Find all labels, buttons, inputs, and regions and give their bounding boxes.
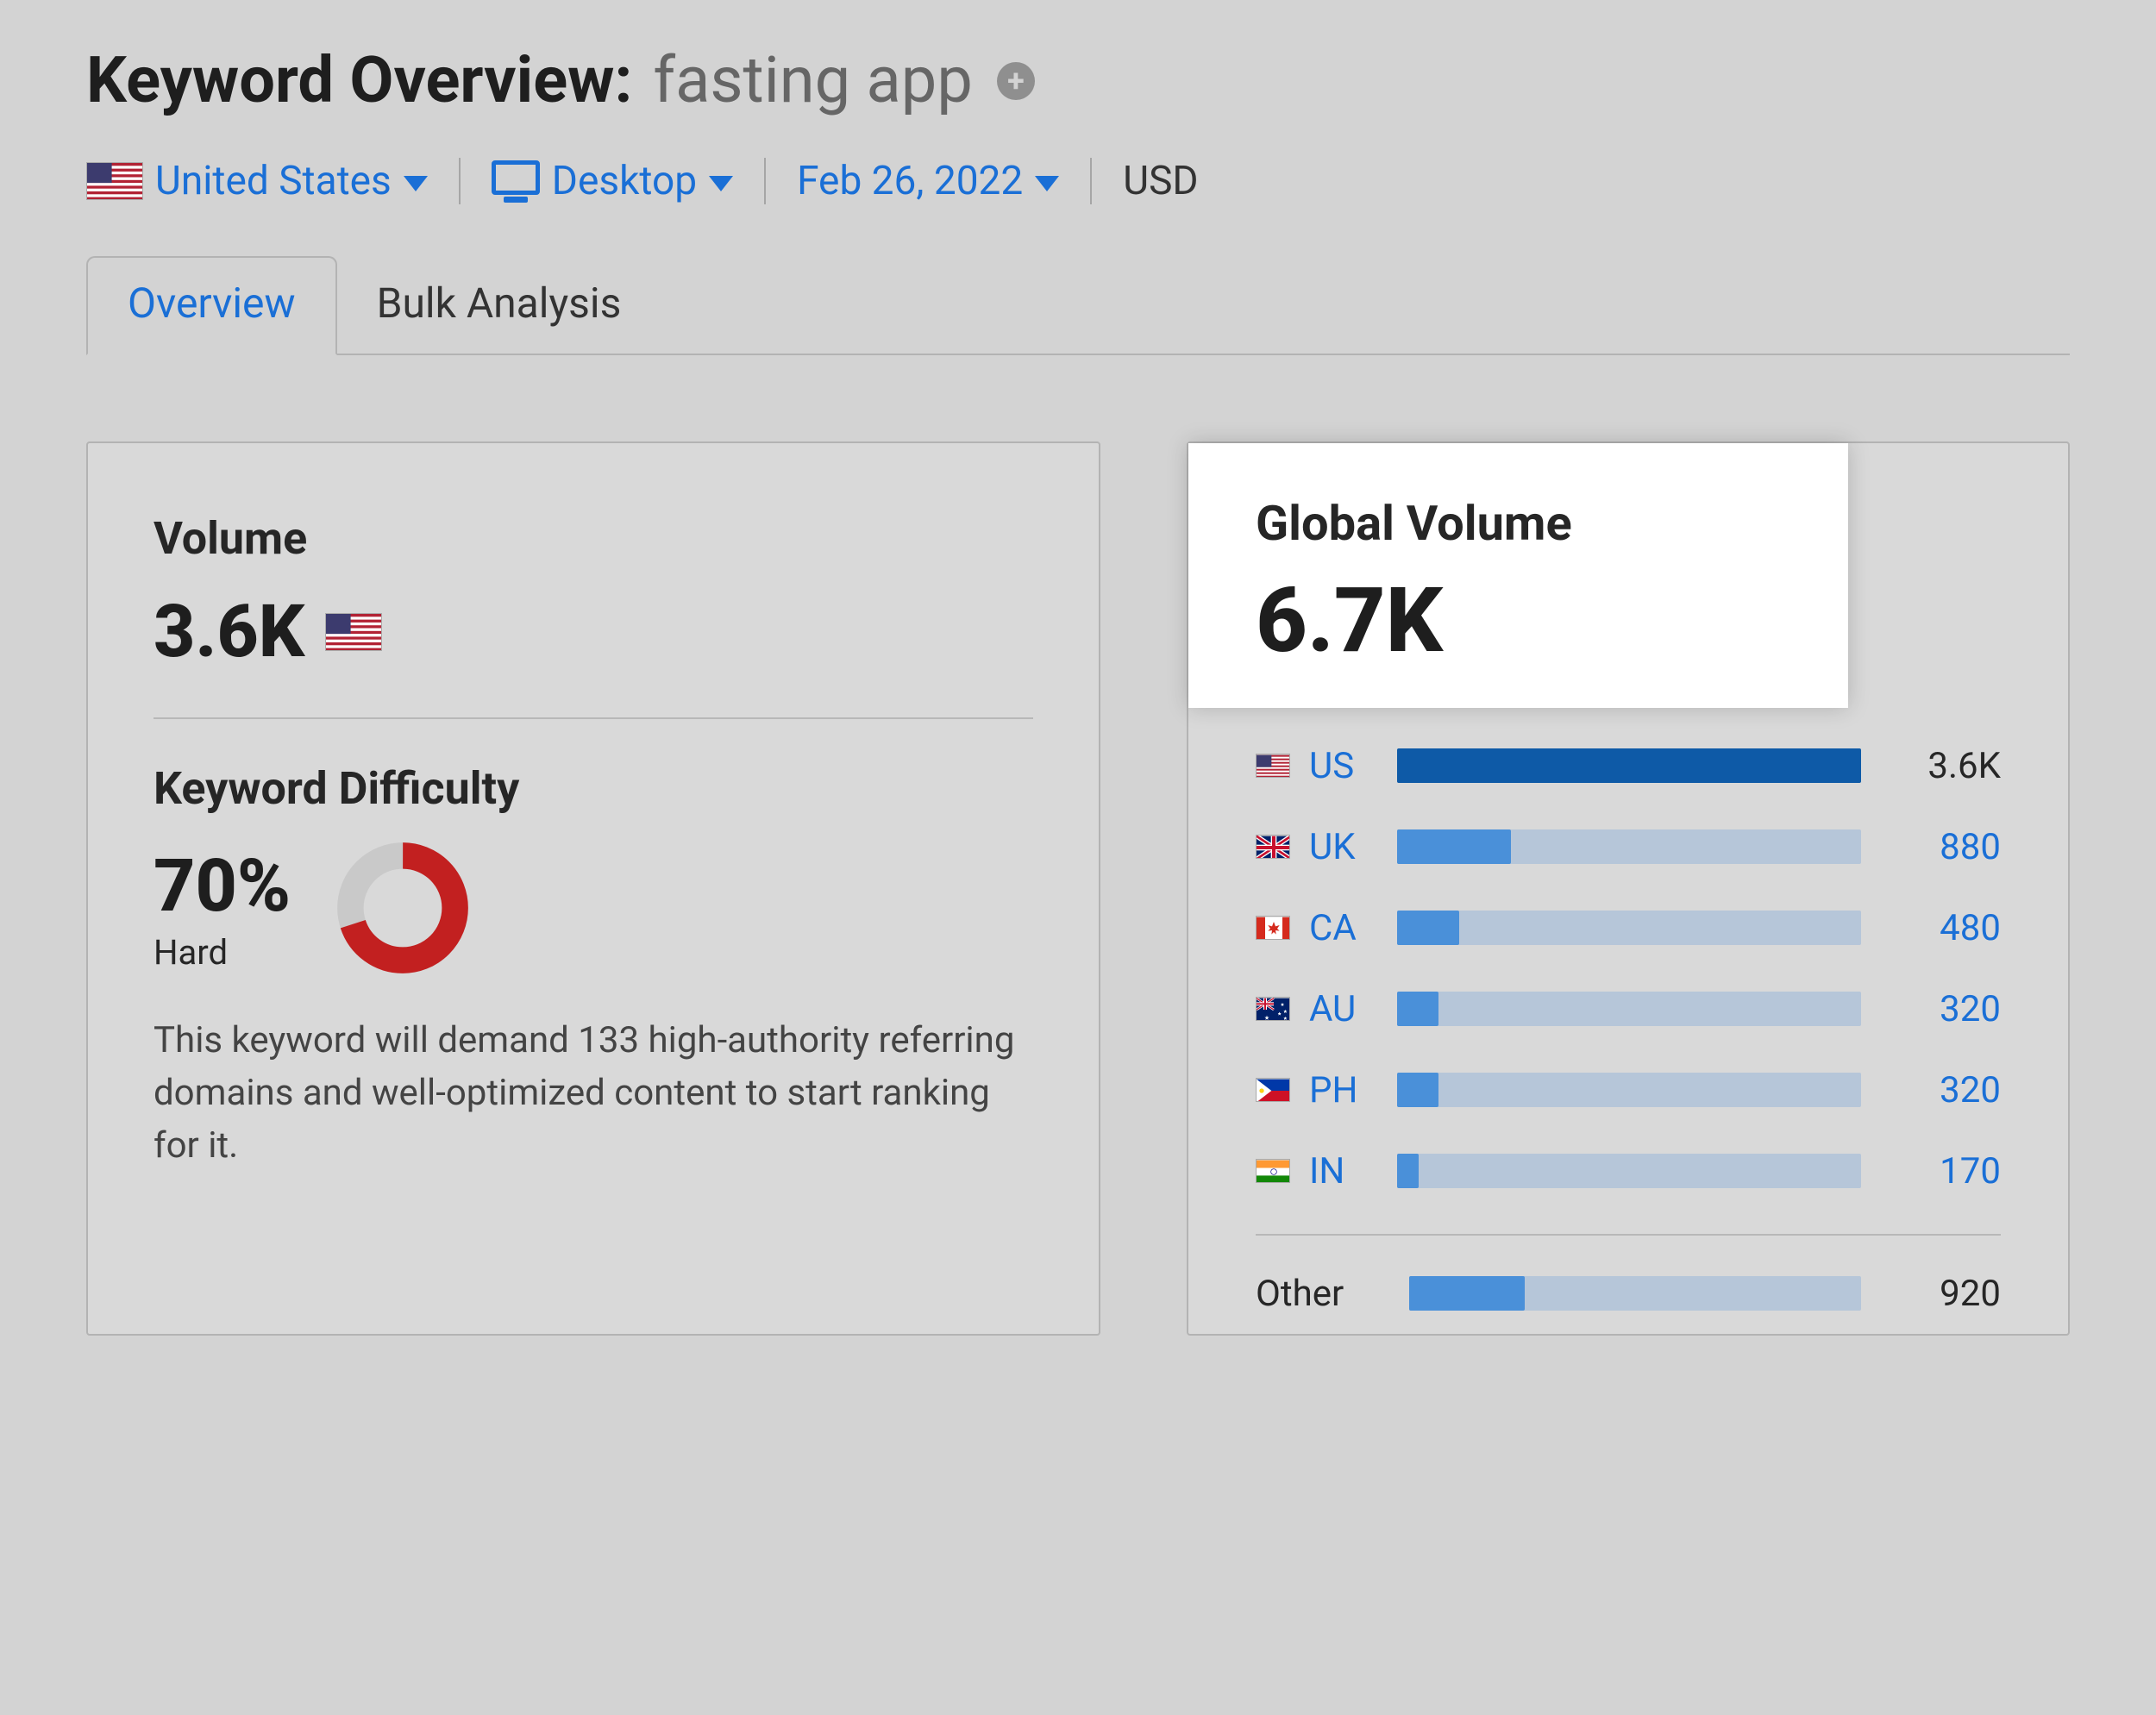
country-code: AU <box>1309 988 1378 1030</box>
page-title-label: Keyword Overview: <box>86 43 632 118</box>
volume-bar <box>1397 1154 1861 1188</box>
country-value[interactable]: 320 <box>1880 988 2001 1030</box>
add-keyword-icon[interactable]: + <box>997 62 1035 100</box>
country-row-uk[interactable]: UK 880 <box>1256 806 2001 887</box>
divider <box>1256 1234 2001 1236</box>
filter-bar: United States Desktop Feb 26, 2022 USD <box>86 158 2070 204</box>
kd-label: Hard <box>154 932 291 973</box>
country-value[interactable]: 320 <box>1880 1069 2001 1111</box>
us-flag-icon <box>86 162 143 200</box>
country-row-us[interactable]: US 3.6K <box>1256 725 2001 806</box>
country-code: PH <box>1309 1069 1378 1111</box>
global-volume-value: 6.7K <box>1256 569 1781 673</box>
global-volume-title: Global Volume <box>1256 495 1781 552</box>
page-title-keyword: fasting app <box>653 43 973 118</box>
desktop-icon <box>492 160 540 203</box>
volume-bar <box>1397 992 1861 1026</box>
country-filter[interactable]: United States <box>86 158 428 204</box>
separator <box>764 158 766 204</box>
country-row-ca[interactable]: CA 480 <box>1256 887 2001 968</box>
country-row-in[interactable]: IN 170 <box>1256 1130 2001 1211</box>
country-code: UK <box>1309 826 1378 868</box>
kd-description: This keyword will demand 133 high-author… <box>154 1015 1033 1173</box>
separator <box>459 158 461 204</box>
currency-label: USD <box>1123 158 1198 204</box>
separator <box>1090 158 1092 204</box>
country-row-other: Other 920 <box>1256 1253 2001 1334</box>
volume-bar <box>1397 911 1861 945</box>
volume-title: Volume <box>154 512 1033 565</box>
volume-value: 3.6K <box>154 589 304 674</box>
country-value[interactable]: 880 <box>1880 826 2001 868</box>
country-row-ph[interactable]: PH 320 <box>1256 1049 2001 1130</box>
kd-percent: 70% <box>154 843 291 929</box>
country-code: US <box>1309 745 1378 787</box>
chevron-down-icon <box>1035 176 1059 191</box>
global-volume-card: Global Volume 6.7K US 3.6K UK 880 CA 480 AU 320… <box>1187 441 2070 1336</box>
uk-flag-icon <box>1256 835 1290 859</box>
kd-title: Keyword Difficulty <box>154 762 1033 815</box>
date-filter-label: Feb 26, 2022 <box>797 158 1023 204</box>
volume-card: Volume 3.6K Keyword Difficulty 70% Hard <box>86 441 1100 1336</box>
us-flag-icon <box>325 613 382 651</box>
page-title-row: Keyword Overview: fasting app + <box>86 43 2070 118</box>
date-filter[interactable]: Feb 26, 2022 <box>797 158 1059 204</box>
volume-bar <box>1409 1276 1861 1311</box>
chevron-down-icon <box>404 176 428 191</box>
chevron-down-icon <box>709 176 733 191</box>
country-row-au[interactable]: AU 320 <box>1256 968 2001 1049</box>
country-value[interactable]: 480 <box>1880 907 2001 949</box>
country-value: 920 <box>1880 1273 2001 1315</box>
tab-overview[interactable]: Overview <box>86 256 337 355</box>
tab-bulk-analysis[interactable]: Bulk Analysis <box>337 258 661 354</box>
ca-flag-icon <box>1256 916 1290 940</box>
country-value: 3.6K <box>1880 745 2001 787</box>
country-filter-label: United States <box>155 158 392 204</box>
au-flag-icon <box>1256 997 1290 1021</box>
tabs: Overview Bulk Analysis <box>86 256 2070 355</box>
volume-bar <box>1397 748 1861 783</box>
country-list: US 3.6K UK 880 CA 480 AU 320 PH 320 IN 170 Other 920 <box>1188 708 2068 1334</box>
us-flag-icon <box>1256 754 1290 778</box>
device-filter-label: Desktop <box>552 158 697 204</box>
country-code: IN <box>1309 1150 1378 1192</box>
in-flag-icon <box>1256 1159 1290 1183</box>
country-code: CA <box>1309 907 1378 949</box>
kd-donut-chart <box>334 839 472 977</box>
other-label: Other <box>1256 1273 1344 1315</box>
global-volume-head: Global Volume 6.7K <box>1188 443 1848 708</box>
divider <box>154 717 1033 719</box>
device-filter[interactable]: Desktop <box>492 158 733 204</box>
volume-bar <box>1397 829 1861 864</box>
country-value[interactable]: 170 <box>1880 1150 2001 1192</box>
ph-flag-icon <box>1256 1078 1290 1102</box>
volume-bar <box>1397 1073 1861 1107</box>
